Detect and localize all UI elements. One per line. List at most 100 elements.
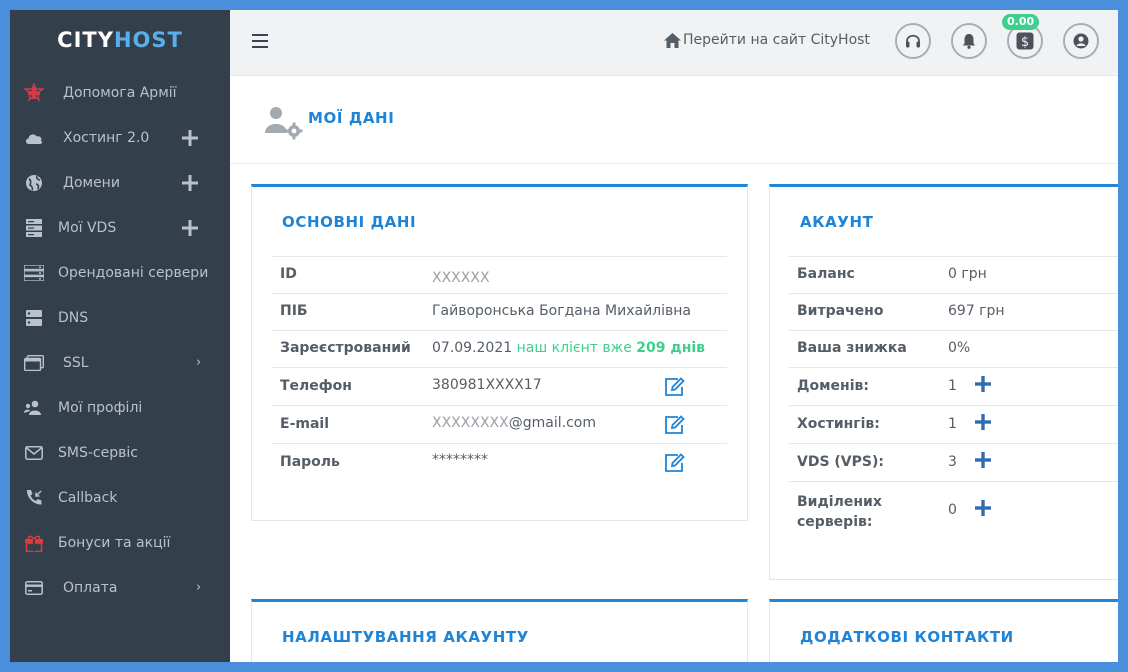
sidebar-item-hosting[interactable]: Хостинг 2.0 bbox=[10, 115, 230, 160]
army-emblem-icon bbox=[24, 82, 44, 103]
row-value: 3 bbox=[948, 452, 991, 472]
sidebar-item-label: Бонуси та акції bbox=[58, 534, 171, 551]
home-icon bbox=[664, 32, 681, 48]
gift-icon bbox=[24, 533, 44, 553]
add-hosting-icon[interactable] bbox=[974, 414, 991, 434]
rack-server-icon bbox=[24, 263, 44, 283]
row-registered: Зареєстрований 07.09.2021 наш клієнт вже… bbox=[272, 330, 727, 367]
registration-date: 07.09.2021 bbox=[432, 340, 513, 356]
ssl-window-icon bbox=[24, 353, 44, 373]
hostings-count: 1 bbox=[948, 416, 957, 432]
edit-icon[interactable] bbox=[663, 414, 685, 436]
site-link[interactable]: Перейти на сайт CityHost bbox=[664, 32, 870, 48]
sidebar-item-bonuses[interactable]: Бонуси та акції bbox=[10, 520, 230, 565]
sidebar-item-ssl[interactable]: SSL › bbox=[10, 340, 230, 385]
sidebar-item-label: SMS-сервіс bbox=[58, 444, 138, 461]
sidebar-item-label: Хостинг 2.0 bbox=[63, 129, 150, 146]
basic-data-card: ОСНОВНІ ДАНІ ID XXXXXX ПІБ Гайворонська … bbox=[251, 184, 748, 521]
menu-toggle-icon[interactable] bbox=[252, 34, 268, 48]
extra-contacts-card: ДОДАТКОВІ КОНТАКТИ bbox=[769, 599, 1118, 662]
row-password: Пароль ******** bbox=[272, 443, 727, 481]
row-label: Пароль bbox=[280, 454, 340, 470]
plus-icon[interactable] bbox=[180, 218, 200, 238]
dedicated-label-line-1: Виділених bbox=[797, 494, 882, 510]
card-title: ОСНОВНІ ДАНІ bbox=[282, 213, 417, 231]
account-card: АКАУНТ Баланс 0 грн Витрачено 697 грн Ва… bbox=[769, 184, 1118, 580]
row-label: Ваша знижка bbox=[797, 340, 907, 356]
row-spent: Витрачено 697 грн bbox=[789, 293, 1118, 330]
row-value: 380981XXXX17 bbox=[432, 377, 542, 393]
row-label: Витрачено bbox=[797, 303, 884, 319]
row-label: Хостингів: bbox=[797, 416, 880, 432]
vds-count: 3 bbox=[948, 454, 957, 470]
row-id: ID XXXXXX bbox=[272, 256, 727, 293]
edit-icon[interactable] bbox=[663, 376, 685, 398]
sidebar-item-army-help[interactable]: Допомога Армії bbox=[10, 70, 230, 115]
row-balance: Баланс 0 грн bbox=[789, 256, 1118, 293]
card-title: АКАУНТ bbox=[800, 213, 874, 231]
card-title: ДОДАТКОВІ КОНТАКТИ bbox=[800, 628, 1014, 646]
edit-icon[interactable] bbox=[663, 452, 685, 474]
main-content: Перейти на сайт CityHost 0.00 $ МОЇ ДАНІ bbox=[230, 10, 1118, 662]
sidebar-nav: Допомога Армії Хостинг 2.0 Домени Мої VD… bbox=[10, 70, 230, 610]
sidebar-item-label: Домени bbox=[63, 174, 120, 191]
add-domain-icon[interactable] bbox=[974, 376, 991, 396]
sidebar-item-label: Оплата bbox=[63, 579, 118, 596]
dollar-icon: $ bbox=[1016, 32, 1034, 50]
globe-icon bbox=[24, 173, 44, 193]
row-label: Баланс bbox=[797, 266, 855, 282]
client-since: наш клієнт вже 209 днів bbox=[517, 340, 705, 356]
support-button[interactable] bbox=[895, 23, 931, 59]
row-label: Виділених серверів: bbox=[797, 492, 882, 532]
row-label: Зареєстрований bbox=[280, 340, 411, 356]
app-frame: CITY HOST Допомога Армії Хостинг 2.0 Дом… bbox=[10, 10, 1118, 662]
notifications-button[interactable] bbox=[951, 23, 987, 59]
row-value: XXXXXX bbox=[432, 270, 490, 286]
row-value: ******** bbox=[432, 452, 488, 468]
row-domains: Доменів: 1 bbox=[789, 367, 1118, 405]
add-vds-icon[interactable] bbox=[974, 452, 991, 472]
server-stack-icon bbox=[24, 218, 44, 238]
balance-badge: 0.00 bbox=[1002, 14, 1040, 30]
sidebar-item-sms[interactable]: SMS-сервіс bbox=[10, 430, 230, 475]
row-dedicated: Виділених серверів: 0 bbox=[789, 481, 1118, 539]
row-phone: Телефон 380981XXXX17 bbox=[272, 367, 727, 405]
chevron-right-icon[interactable]: › bbox=[196, 355, 201, 370]
row-value: 07.09.2021 наш клієнт вже 209 днів bbox=[432, 340, 705, 356]
sidebar-item-payment[interactable]: Оплата › bbox=[10, 565, 230, 610]
sidebar-item-rented-servers[interactable]: Орендовані сервери bbox=[10, 250, 230, 295]
brand-logo-city: CITY bbox=[57, 28, 114, 52]
dedicated-count: 0 bbox=[948, 502, 957, 518]
row-label: Телефон bbox=[280, 378, 352, 394]
add-server-icon[interactable] bbox=[974, 500, 991, 520]
users-gear-icon bbox=[24, 398, 44, 418]
account-settings-card: НАЛАШТУВАННЯ АКАУНТУ bbox=[251, 599, 748, 662]
chevron-right-icon[interactable]: › bbox=[196, 580, 201, 595]
topbar: Перейти на сайт CityHost 0.00 $ bbox=[230, 10, 1118, 76]
profile-button[interactable] bbox=[1063, 23, 1099, 59]
row-value: Гайворонська Богдана Михайлівна bbox=[432, 303, 691, 319]
sidebar-item-label: Callback bbox=[58, 489, 118, 506]
row-full-name: ПІБ Гайворонська Богдана Михайлівна bbox=[272, 293, 727, 330]
row-value: 0 bbox=[948, 500, 991, 520]
row-value: 697 грн bbox=[948, 303, 1005, 319]
row-value: 1 bbox=[948, 376, 991, 396]
plus-icon[interactable] bbox=[180, 128, 200, 148]
row-label: Доменів: bbox=[797, 378, 869, 394]
sidebar-item-domains[interactable]: Домени bbox=[10, 160, 230, 205]
row-discount: Ваша знижка 0% bbox=[789, 330, 1118, 367]
basic-data-list: ID XXXXXX ПІБ Гайворонська Богдана Михай… bbox=[272, 256, 727, 481]
domains-count: 1 bbox=[948, 378, 957, 394]
sidebar-item-vds[interactable]: Мої VDS bbox=[10, 205, 230, 250]
page-header: МОЇ ДАНІ bbox=[230, 76, 1118, 164]
sidebar-item-callback[interactable]: Callback bbox=[10, 475, 230, 520]
brand-logo[interactable]: CITY HOST bbox=[10, 10, 230, 70]
account-list: Баланс 0 грн Витрачено 697 грн Ваша зниж… bbox=[789, 256, 1118, 539]
sidebar: CITY HOST Допомога Армії Хостинг 2.0 Дом… bbox=[10, 10, 230, 662]
email-domain: @gmail.com bbox=[508, 415, 596, 431]
sidebar-item-profiles[interactable]: Мої профілі bbox=[10, 385, 230, 430]
plus-icon[interactable] bbox=[180, 173, 200, 193]
sidebar-item-label: Допомога Армії bbox=[63, 84, 177, 101]
sidebar-item-dns[interactable]: DNS bbox=[10, 295, 230, 340]
cloud-icon bbox=[24, 128, 44, 148]
